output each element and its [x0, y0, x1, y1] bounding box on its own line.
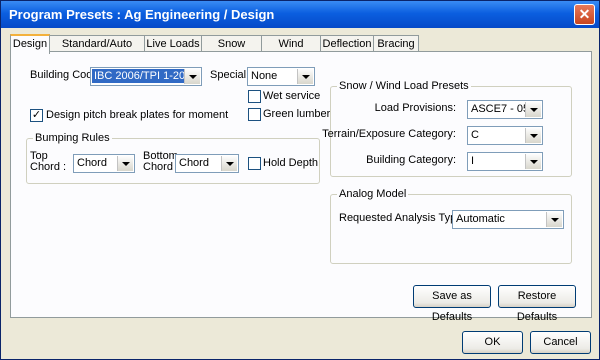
terrain-exposure-select[interactable]: C [467, 126, 543, 145]
tab-standard-auto-loads[interactable]: Standard/Auto Loads [49, 35, 145, 66]
bumping-rules-title: Bumping Rules [33, 132, 112, 144]
program-presets-dialog: Program Presets : Ag Engineering / Desig… [0, 0, 600, 360]
snow-wind-presets-group: Snow / Wind Load Presets Load Provisions… [322, 80, 572, 177]
hold-depth-label: Hold Depth [263, 157, 319, 169]
bumping-rules-group: Bumping Rules Top Chord : Chord Bottom C… [26, 132, 320, 184]
tab-wind-loads[interactable]: Wind Loads [261, 35, 321, 66]
close-button[interactable]: ✕ [574, 4, 595, 25]
green-lumber-checkbox[interactable] [248, 108, 261, 121]
title-bar[interactable]: Program Presets : Ag Engineering / Desig… [1, 1, 599, 28]
analysis-type-label: Requested Analysis Type: [339, 212, 466, 224]
chevron-down-icon[interactable] [525, 128, 541, 143]
terrain-exposure-label: Terrain/Exposure Category: [322, 128, 456, 140]
special-select[interactable]: None [247, 67, 315, 86]
window-title: Program Presets : Ag Engineering / Desig… [9, 7, 275, 22]
snow-wind-presets-title: Snow / Wind Load Presets [337, 80, 471, 92]
pitch-break-label: Design pitch break plates for moment [46, 109, 229, 121]
design-tab-panel: Building Code: IBC 2006/TPI 1-2002 Speci… [10, 51, 592, 323]
special-label: Special: [210, 69, 250, 81]
analysis-type-select[interactable]: Automatic [452, 210, 564, 229]
ok-button[interactable]: OK [462, 331, 523, 354]
load-provisions-value: ASCE7 - 05 [471, 103, 530, 115]
chevron-down-icon[interactable] [546, 212, 562, 227]
chevron-down-icon[interactable] [117, 156, 133, 171]
top-chord-select[interactable]: Chord [73, 154, 135, 173]
save-as-defaults-button[interactable]: Save as Defaults [413, 285, 491, 323]
hold-depth-checkbox[interactable] [248, 157, 261, 170]
bottom-chord-label-2: Chord : [143, 161, 180, 173]
close-icon: ✕ [578, 6, 591, 22]
pitch-break-checkbox[interactable]: ✓ [30, 109, 43, 122]
analysis-type-value: Automatic [456, 213, 505, 225]
terrain-exposure-value: C [471, 129, 479, 141]
chevron-down-icon[interactable] [525, 154, 541, 169]
wet-service-checkbox[interactable] [248, 90, 261, 103]
bottom-chord-value: Chord [179, 157, 209, 169]
tab-live-loads[interactable]: Live Loads [144, 35, 202, 52]
restore-defaults-button[interactable]: Restore Defaults [498, 285, 576, 323]
top-chord-label-2: Chord : [30, 161, 67, 173]
building-category-select[interactable]: I [467, 152, 543, 171]
tab-design[interactable]: Design [10, 34, 50, 54]
green-lumber-label: Green lumber [263, 108, 331, 120]
load-provisions-label: Load Provisions: [374, 102, 456, 114]
cancel-button[interactable]: Cancel [530, 331, 591, 354]
chevron-down-icon[interactable] [184, 69, 200, 84]
chevron-down-icon[interactable] [525, 102, 541, 117]
checkmark-icon: ✓ [31, 109, 42, 121]
wet-service-label: Wet service [263, 90, 321, 102]
tab-deflection[interactable]: Deflection [320, 35, 374, 52]
special-value: None [251, 70, 278, 82]
bottom-chord-select[interactable]: Chord [175, 154, 239, 173]
building-category-value: I [471, 155, 475, 167]
tab-snow-loads[interactable]: Snow Loads [201, 35, 262, 66]
building-category-label: Building Category: [366, 154, 456, 166]
building-code-select[interactable]: IBC 2006/TPI 1-2002 [90, 67, 202, 86]
chevron-down-icon[interactable] [297, 69, 313, 84]
analog-model-title: Analog Model [337, 188, 409, 200]
load-provisions-select[interactable]: ASCE7 - 05 [467, 100, 543, 119]
top-chord-value: Chord [77, 157, 107, 169]
chevron-down-icon[interactable] [221, 156, 237, 171]
tab-bracing[interactable]: Bracing [373, 35, 419, 52]
analog-model-group: Analog Model Requested Analysis Type: Au… [330, 188, 572, 264]
